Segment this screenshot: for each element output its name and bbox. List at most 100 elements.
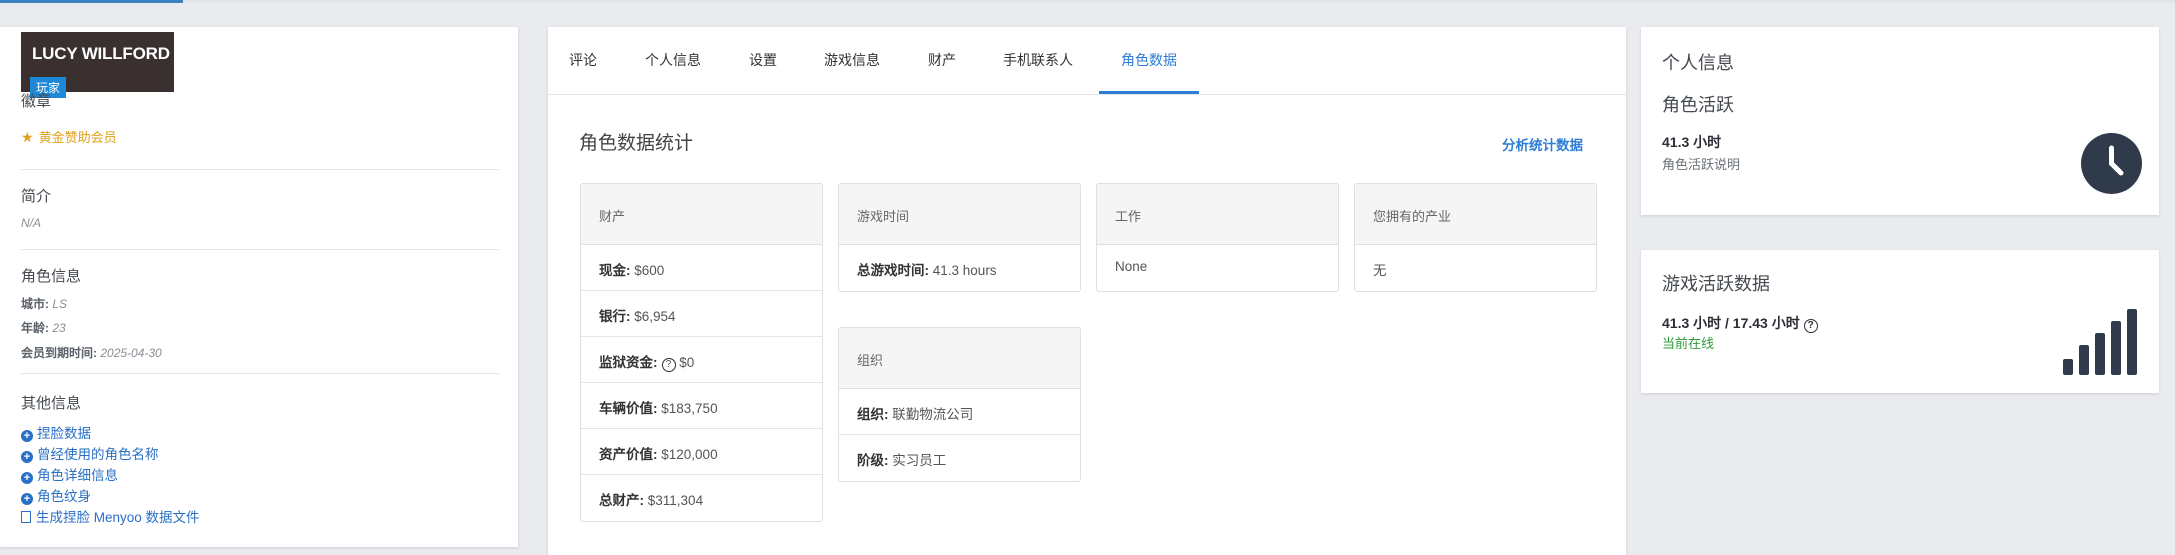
row-value: 41.3 hours	[932, 263, 997, 278]
link-previous-names[interactable]: + 曾经使用的角色名称	[21, 443, 159, 463]
row-value: $0	[679, 355, 695, 370]
intro-value: N/A	[21, 216, 42, 230]
active-tab-indicator	[1099, 91, 1199, 94]
top-progress-line	[0, 0, 2175, 3]
star-icon: ★	[21, 129, 34, 145]
member-badge: ★ 黄金赞助会员	[21, 127, 117, 146]
divider	[21, 249, 499, 250]
tab-property[interactable]: 财产	[928, 50, 956, 70]
playtime-panel: 游戏时间 总游戏时间: 41.3 hours	[838, 183, 1081, 292]
job-header: 工作	[1097, 184, 1338, 245]
row-label: 总财产:	[599, 493, 644, 508]
finance-row: 车辆价值: $183,750	[581, 383, 822, 429]
row-label: 车辆价值:	[599, 401, 658, 416]
plus-circle-icon: +	[21, 472, 33, 484]
question-circle-icon[interactable]: ?	[1803, 319, 1818, 333]
expire-label: 会员到期时间:	[21, 346, 97, 360]
business-panel: 您拥有的产业 无	[1354, 183, 1597, 292]
org-row: 阶级: 实习员工	[839, 435, 1080, 481]
link-label: 曾经使用的角色名称	[37, 447, 159, 462]
org-header: 组织	[839, 328, 1080, 389]
stats-card: 评论 个人信息 设置 游戏信息 财产 手机联系人 角色数据 角色数据统计 分析统…	[548, 27, 1626, 555]
tab-game-info[interactable]: 游戏信息	[824, 50, 880, 70]
document-icon	[21, 511, 31, 523]
expire-row: 会员到期时间: 2025-04-30	[21, 344, 162, 361]
age-label: 年龄:	[21, 321, 49, 335]
tab-personal-info[interactable]: 个人信息	[645, 50, 701, 70]
char-activity-title: 角色活跃	[1662, 95, 1734, 115]
expire-value: 2025-04-30	[100, 346, 162, 360]
plus-circle-icon: +	[21, 493, 33, 505]
playtime-header: 游戏时间	[839, 184, 1080, 245]
tab-char-data[interactable]: 角色数据	[1121, 50, 1177, 70]
city-label: 城市:	[21, 297, 49, 311]
finance-header: 财产	[581, 184, 822, 245]
city-row: 城市: LS	[21, 295, 67, 312]
link-tattoos[interactable]: + 角色纹身	[21, 485, 91, 505]
game-activity-title: 游戏活跃数据	[1662, 274, 1770, 294]
row-label: 银行:	[599, 309, 631, 324]
char-activity-hours: 41.3 小时	[1662, 134, 1722, 150]
finance-row: 现金: $600	[581, 245, 822, 291]
business-header: 您拥有的产业	[1355, 184, 1596, 245]
divider	[21, 169, 499, 170]
badges-title: 徽章	[21, 93, 52, 110]
link-label: 角色详细信息	[37, 468, 118, 483]
city-value: LS	[52, 297, 68, 311]
plus-circle-icon: +	[21, 451, 33, 463]
signal-bars-icon	[2063, 309, 2137, 375]
finance-row: 监狱资金:? $0	[581, 337, 822, 383]
row-label: 现金:	[599, 263, 631, 278]
profile-card: LUCY WILLFORD 玩家 徽章 ★ 黄金赞助会员 简介 N/A 角色信息 …	[0, 27, 518, 547]
member-badge-label: 黄金赞助会员	[38, 130, 117, 145]
divider	[21, 373, 499, 374]
clock-icon	[2081, 133, 2142, 194]
player-name-box: LUCY WILLFORD 玩家	[21, 32, 174, 98]
row-label: 监狱资金:	[599, 355, 658, 370]
finance-row: 资产价值: $120,000	[581, 429, 822, 475]
age-row: 年龄: 23	[21, 319, 66, 336]
online-status: 当前在线	[1662, 336, 1715, 351]
game-activity-hours: 41.3 小时 / 17.43 小时	[1662, 315, 1800, 331]
row-value: 实习员工	[892, 453, 947, 468]
personal-info-title: 个人信息	[1662, 53, 1734, 73]
plus-circle-icon: +	[21, 430, 33, 442]
stats-title: 角色数据统计	[579, 133, 694, 154]
tab-bar: 评论 个人信息 设置 游戏信息 财产 手机联系人 角色数据	[548, 27, 1626, 95]
job-panel: 工作 None	[1096, 183, 1339, 292]
link-label: 捏脸数据	[37, 426, 91, 441]
playtime-row: 总游戏时间: 41.3 hours	[839, 245, 1080, 291]
link-char-details[interactable]: + 角色详细信息	[21, 464, 118, 484]
link-generate-menyoo[interactable]: 生成捏脸 Menyoo 数据文件	[21, 506, 200, 526]
job-value: None	[1115, 259, 1148, 274]
tab-settings[interactable]: 设置	[749, 50, 777, 70]
game-activity-row: 41.3 小时 / 17.43 小时?	[1662, 313, 1818, 333]
char-activity-desc: 角色活跃说明	[1662, 157, 1741, 172]
link-label: 角色纹身	[37, 489, 91, 504]
question-circle-icon[interactable]: ?	[661, 358, 676, 372]
row-value: $120,000	[661, 447, 718, 462]
org-panel: 组织 组织: 联勤物流公司 阶级: 实习员工	[838, 327, 1081, 482]
player-name: LUCY WILLFORD	[32, 44, 170, 63]
row-value: $6,954	[634, 309, 676, 324]
finance-row: 总财产: $311,304	[581, 475, 822, 521]
finance-panel: 财产 现金: $600 银行: $6,954 监狱资金:? $0 车辆价值: $…	[580, 183, 823, 522]
tab-comments[interactable]: 评论	[569, 50, 597, 70]
row-label: 总游戏时间:	[857, 263, 929, 278]
business-value: 无	[1373, 263, 1387, 278]
row-value: 联勤物流公司	[892, 407, 974, 422]
intro-title: 简介	[21, 188, 52, 205]
age-value: 23	[52, 321, 66, 335]
tab-phone-contacts[interactable]: 手机联系人	[1003, 50, 1073, 70]
other-info-title: 其他信息	[21, 395, 82, 412]
top-progress-segment	[0, 0, 183, 3]
link-face-data[interactable]: + 捏脸数据	[21, 422, 91, 442]
row-label: 阶级:	[857, 453, 889, 468]
finance-row: 银行: $6,954	[581, 291, 822, 337]
org-row: 组织: 联勤物流公司	[839, 389, 1080, 435]
row-value: $311,304	[647, 493, 704, 508]
row-label: 资产价值:	[599, 447, 658, 462]
row-value: $600	[634, 263, 665, 278]
row-label: 组织:	[857, 407, 889, 422]
analyze-stats-link[interactable]: 分析统计数据	[1502, 134, 1583, 154]
